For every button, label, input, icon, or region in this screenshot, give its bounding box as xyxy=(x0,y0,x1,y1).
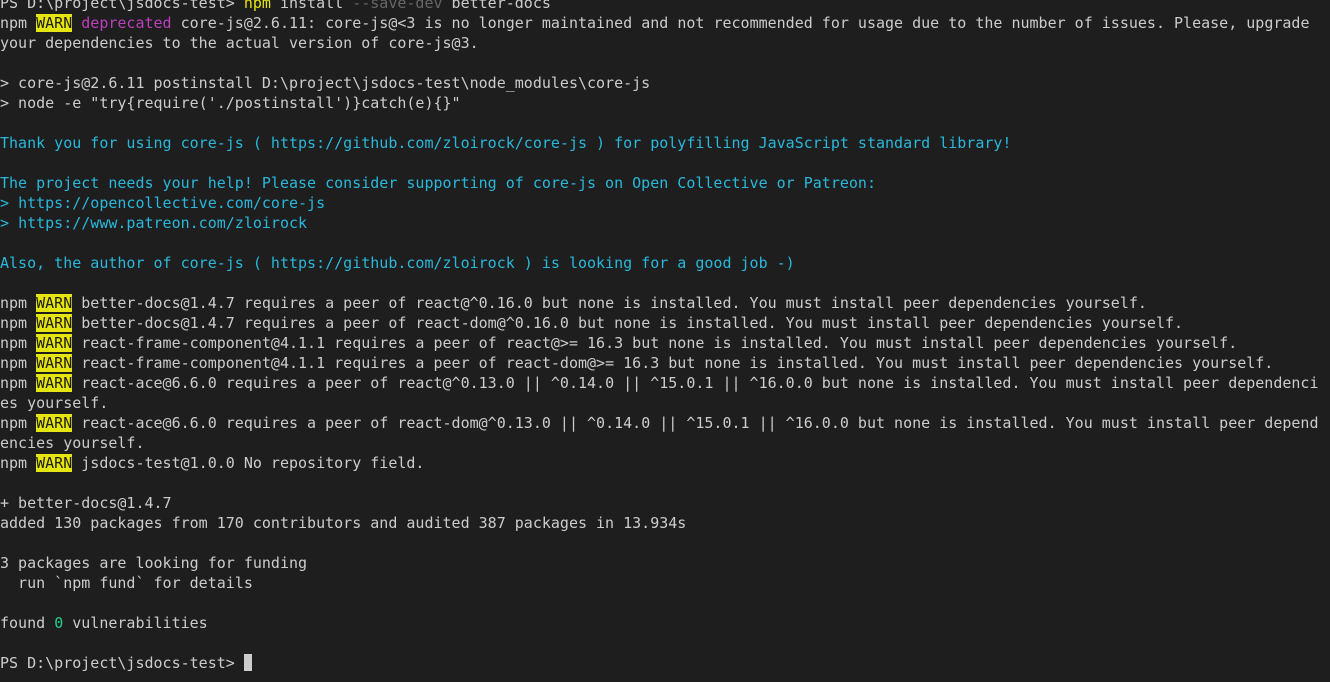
terminal-text: npm xyxy=(0,14,37,32)
terminal-line: added 130 packages from 170 contributors… xyxy=(0,513,1330,533)
terminal-text: The project needs your help! Please cons… xyxy=(0,174,876,192)
terminal-line: > node -e "try{require('./postinstall')}… xyxy=(0,93,1330,113)
terminal-text: Thank you for using core-js ( https://gi… xyxy=(0,134,1012,152)
terminal-line: Thank you for using core-js ( https://gi… xyxy=(0,133,1330,153)
terminal-line: your dependencies to the actual version … xyxy=(0,33,1330,53)
terminal-text: added 130 packages from 170 contributors… xyxy=(0,514,687,532)
terminal-line: encies yourself. xyxy=(0,433,1330,453)
terminal-line: es yourself. xyxy=(0,393,1330,413)
terminal-text: your dependencies to the actual version … xyxy=(0,34,479,52)
terminal-window[interactable]: PS D:\project\jsdocs-test> npm install -… xyxy=(0,0,1330,682)
terminal-line: + better-docs@1.4.7 xyxy=(0,493,1330,513)
terminal-text: + better-docs@1.4.7 xyxy=(0,494,172,512)
terminal-text: better-docs@1.4.7 requires a peer of rea… xyxy=(72,314,1184,332)
terminal-text: 3 packages are looking for funding xyxy=(0,554,308,572)
warn-badge: WARN xyxy=(36,354,73,372)
terminal-text: > xyxy=(0,214,19,232)
terminal-text: PS D:\project\jsdocs-test> xyxy=(0,0,244,12)
terminal-text: npm xyxy=(0,354,37,372)
terminal-line: run `npm fund` for details xyxy=(0,573,1330,593)
warn-badge: WARN xyxy=(36,454,73,472)
terminal-line: npm WARN react-ace@6.6.0 requires a peer… xyxy=(0,413,1330,433)
terminal-line: The project needs your help! Please cons… xyxy=(0,173,1330,193)
terminal-text: npm xyxy=(0,414,37,432)
terminal-line: > core-js@2.6.11 postinstall D:\project\… xyxy=(0,73,1330,93)
warn-badge: WARN xyxy=(36,294,73,312)
terminal-text: core-js@2.6.11: core-js@<3 is no longer … xyxy=(171,14,1310,32)
warn-badge: WARN xyxy=(36,314,73,332)
terminal-line: npm WARN jsdocs-test@1.0.0 No repository… xyxy=(0,453,1330,473)
terminal-text: npm xyxy=(243,0,271,12)
terminal-line: npm WARN react-ace@6.6.0 requires a peer… xyxy=(0,373,1330,393)
terminal-text: encies yourself. xyxy=(0,434,145,452)
terminal-cursor xyxy=(243,654,252,671)
terminal-line: npm WARN react-frame-component@4.1.1 req… xyxy=(0,353,1330,373)
terminal-text: deprecated xyxy=(81,14,172,32)
terminal-text: vulnerabilities xyxy=(63,614,208,632)
terminal-text: > core-js@2.6.11 postinstall D:\project\… xyxy=(0,74,651,92)
terminal-line: > https://www.patreon.com/zloirock xyxy=(0,213,1330,233)
terminal-text: install xyxy=(270,0,353,12)
warn-badge: WARN xyxy=(36,374,73,392)
terminal-line: npm WARN better-docs@1.4.7 requires a pe… xyxy=(0,293,1330,313)
terminal-line: PS D:\project\jsdocs-test> xyxy=(0,653,1330,673)
terminal-text: --save-dev xyxy=(352,0,443,12)
terminal-text: found xyxy=(0,614,55,632)
terminal-line: > https://opencollective.com/core-js xyxy=(0,193,1330,213)
terminal-text: npm xyxy=(0,374,37,392)
warn-badge: WARN xyxy=(36,334,73,352)
terminal-output: PS D:\project\jsdocs-test> npm install -… xyxy=(0,0,1330,673)
terminal-line: 3 packages are looking for funding xyxy=(0,553,1330,573)
terminal-text: npm xyxy=(0,334,37,352)
terminal-text: npm xyxy=(0,454,37,472)
terminal-line: npm WARN deprecated core-js@2.6.11: core… xyxy=(0,13,1330,33)
warn-badge: WARN xyxy=(36,14,73,32)
terminal-line: npm WARN better-docs@1.4.7 requires a pe… xyxy=(0,313,1330,333)
terminal-text: 0 xyxy=(54,614,64,632)
terminal-text: run `npm fund` for details xyxy=(0,574,253,592)
terminal-text: > node -e "try{require('./postinstall')}… xyxy=(0,94,461,112)
terminal-text: npm xyxy=(0,294,37,312)
terminal-text: npm xyxy=(0,314,37,332)
terminal-text: jsdocs-test@1.0.0 No repository field. xyxy=(72,454,425,472)
terminal-text: PS D:\project\jsdocs-test> xyxy=(0,654,244,672)
terminal-text: react-frame-component@4.1.1 requires a p… xyxy=(72,354,1274,372)
warn-badge: WARN xyxy=(36,414,73,432)
terminal-text: > xyxy=(0,194,19,212)
terminal-line: PS D:\project\jsdocs-test> npm install -… xyxy=(0,0,1330,13)
terminal-line: npm WARN react-frame-component@4.1.1 req… xyxy=(0,333,1330,353)
terminal-text: es yourself. xyxy=(0,394,109,412)
terminal-text: react-ace@6.6.0 requires a peer of react… xyxy=(72,414,1319,432)
terminal-text: https://www.patreon.com/zloirock xyxy=(18,214,308,232)
terminal-line: Also, the author of core-js ( https://gi… xyxy=(0,253,1330,273)
terminal-text: react-ace@6.6.0 requires a peer of react… xyxy=(72,374,1319,392)
terminal-text: Also, the author of core-js ( https://gi… xyxy=(0,254,795,272)
terminal-text: better-docs xyxy=(442,0,551,12)
terminal-text: https://opencollective.com/core-js xyxy=(18,194,326,212)
terminal-text: react-frame-component@4.1.1 requires a p… xyxy=(72,334,1238,352)
terminal-text: better-docs@1.4.7 requires a peer of rea… xyxy=(72,294,1147,312)
terminal-line: found 0 vulnerabilities xyxy=(0,613,1330,633)
